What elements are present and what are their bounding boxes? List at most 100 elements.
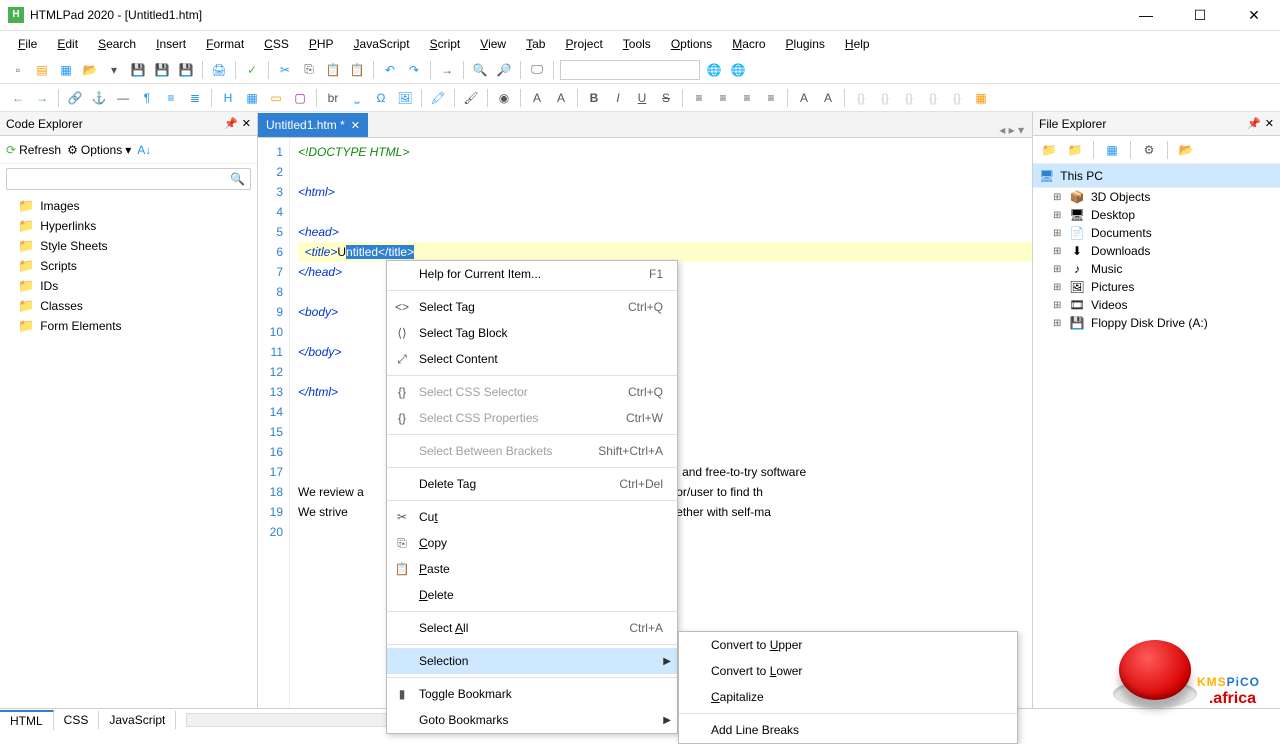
css-icon[interactable]: ▦ (971, 88, 991, 108)
list-ul-icon[interactable]: ≣ (185, 88, 205, 108)
menu-help[interactable]: Help (837, 33, 878, 55)
color-wheel-icon[interactable]: ◉ (494, 88, 514, 108)
preview-icon[interactable]: 🖵 (527, 60, 547, 80)
fe-item-music[interactable]: ⊞♪Music (1033, 260, 1280, 278)
paste-icon[interactable]: 📋 (323, 60, 343, 80)
ce-item-images[interactable]: 📁Images (0, 196, 257, 216)
fe-item-downloads[interactable]: ⊞⬇Downloads (1033, 242, 1280, 260)
cut-icon[interactable]: ✂ (275, 60, 295, 80)
save-as-icon[interactable]: 💾 (176, 60, 196, 80)
ctx-capitalize[interactable]: Capitalize (679, 684, 1017, 710)
braces-3-icon[interactable]: {} (899, 88, 919, 108)
quick-search-input[interactable] (560, 60, 700, 80)
tab-close-icon[interactable]: ✕ (351, 119, 360, 132)
tab-scroll-right-icon[interactable]: ▸ (1009, 123, 1015, 137)
settings-icon[interactable]: ⚙ (1139, 140, 1159, 160)
new-css-icon[interactable]: ▦ (56, 60, 76, 80)
code-explorer-search-input[interactable] (6, 168, 251, 190)
maximize-button[interactable]: ☐ (1182, 3, 1218, 27)
menu-tab[interactable]: Tab (518, 33, 553, 55)
spellcheck-icon[interactable]: ✓ (242, 60, 262, 80)
align-right-icon[interactable]: ≡ (737, 88, 757, 108)
ctx-convert-to-upper[interactable]: Convert to Upper (679, 632, 1017, 658)
save-all-icon[interactable]: 💾 (152, 60, 172, 80)
bold-icon[interactable]: B (584, 88, 604, 108)
dropdown-icon[interactable]: ▾ (104, 60, 124, 80)
menu-tools[interactable]: Tools (615, 33, 659, 55)
braces-1-icon[interactable]: {} (851, 88, 871, 108)
editor-context-menu[interactable]: Help for Current Item...F1 <>Select TagCt… (386, 260, 678, 734)
new-file-icon[interactable]: ▫ (8, 60, 28, 80)
ctx-cut[interactable]: ✂Cut (387, 504, 677, 530)
undo-icon[interactable]: ↶ (380, 60, 400, 80)
pin-icon[interactable]: 📌 (224, 117, 238, 130)
new-page-icon[interactable]: ▤ (32, 60, 52, 80)
browser-icon[interactable]: 🌐 (704, 60, 724, 80)
underline-icon[interactable]: U (632, 88, 652, 108)
panel-close-icon[interactable]: ✕ (242, 117, 251, 130)
options-button[interactable]: ⚙ Options ▾ (67, 143, 131, 157)
expand-icon[interactable]: ⊞ (1053, 228, 1063, 239)
goto-icon[interactable]: → (437, 60, 457, 80)
braces-2-icon[interactable]: {} (875, 88, 895, 108)
expand-icon[interactable]: ⊞ (1053, 264, 1063, 275)
image-icon[interactable]: 🖼 (395, 88, 415, 108)
print-icon[interactable]: 🖨 (209, 60, 229, 80)
sort-az-button[interactable]: A↓ (137, 143, 151, 157)
expand-icon[interactable]: ⊞ (1053, 246, 1063, 257)
pin-icon[interactable]: 📌 (1247, 117, 1261, 130)
braces-4-icon[interactable]: {} (923, 88, 943, 108)
fe-item-floppy-disk-drive-a-[interactable]: ⊞💾Floppy Disk Drive (A:) (1033, 314, 1280, 332)
ce-item-scripts[interactable]: 📁Scripts (0, 256, 257, 276)
table-icon[interactable]: ▦ (242, 88, 262, 108)
selection-submenu[interactable]: Convert to UpperConvert to LowerCapitali… (678, 631, 1018, 744)
refresh-button[interactable]: ⟳ Refresh (6, 143, 61, 157)
align-left-icon[interactable]: ≡ (689, 88, 709, 108)
file-explorer-tree[interactable]: ⊞📦3D Objects⊞🖥Desktop⊞📄Documents⊞⬇Downlo… (1033, 188, 1280, 708)
menu-options[interactable]: Options (663, 33, 720, 55)
menu-css[interactable]: CSS (256, 33, 297, 55)
ctx-help-for-current-item-[interactable]: Help for Current Item...F1 (387, 261, 677, 287)
paragraph-icon[interactable]: ¶ (137, 88, 157, 108)
close-button[interactable]: ✕ (1236, 3, 1272, 27)
open-folder-icon[interactable]: 📂 (80, 60, 100, 80)
ctx-toggle-bookmark[interactable]: ▮Toggle Bookmark (387, 681, 677, 707)
fe-item-documents[interactable]: ⊞📄Documents (1033, 224, 1280, 242)
menu-insert[interactable]: Insert (148, 33, 194, 55)
find-next-icon[interactable]: 🔎 (494, 60, 514, 80)
menu-plugins[interactable]: Plugins (778, 33, 833, 55)
menu-file[interactable]: File (10, 33, 45, 55)
highlight-icon[interactable]: 🖍 (428, 88, 448, 108)
strike-icon[interactable]: S (656, 88, 676, 108)
ctx-delete-tag[interactable]: Delete TagCtrl+Del (387, 471, 677, 497)
heading-icon[interactable]: H (218, 88, 238, 108)
ctx-select-tag-block[interactable]: ⟨⟩Select Tag Block (387, 320, 677, 346)
file-explorer-root[interactable]: 🖥 This PC (1033, 164, 1280, 188)
panel-close-icon[interactable]: ✕ (1265, 117, 1274, 130)
ctx-select-tag[interactable]: <>Select TagCtrl+Q (387, 294, 677, 320)
menu-search[interactable]: Search (90, 33, 144, 55)
menu-php[interactable]: PHP (301, 33, 342, 55)
browser-alt-icon[interactable]: 🌐 (728, 60, 748, 80)
menu-script[interactable]: Script (422, 33, 469, 55)
bottom-tab-html[interactable]: HTML (0, 710, 54, 730)
italic-icon[interactable]: I (608, 88, 628, 108)
ctx-add-line-breaks[interactable]: Add Line Breaks (679, 717, 1017, 743)
minimize-button[interactable]: ― (1128, 3, 1164, 27)
ce-item-form-elements[interactable]: 📁Form Elements (0, 316, 257, 336)
ce-item-style-sheets[interactable]: 📁Style Sheets (0, 236, 257, 256)
copy-icon[interactable]: ⎘ (299, 60, 319, 80)
fe-item-desktop[interactable]: ⊞🖥Desktop (1033, 206, 1280, 224)
menu-format[interactable]: Format (198, 33, 252, 55)
open-icon[interactable]: 📂 (1176, 140, 1196, 160)
menu-project[interactable]: Project (557, 33, 610, 55)
ce-item-hyperlinks[interactable]: 📁Hyperlinks (0, 216, 257, 236)
text-color-icon[interactable]: A (794, 88, 814, 108)
expand-icon[interactable]: ⊞ (1053, 210, 1063, 221)
align-center-icon[interactable]: ≡ (713, 88, 733, 108)
list-ol-icon[interactable]: ≡ (161, 88, 181, 108)
bg-color-icon[interactable]: A (818, 88, 838, 108)
editor-tab[interactable]: Untitled1.htm * ✕ (258, 113, 368, 137)
ctx-paste[interactable]: 📋Paste (387, 556, 677, 582)
anchor-icon[interactable]: ⚓ (89, 88, 109, 108)
